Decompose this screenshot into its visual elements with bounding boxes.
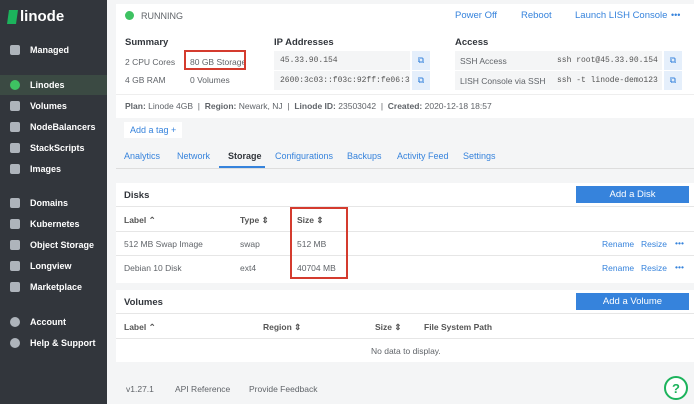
launch-lish-button[interactable]: Launch LISH Console: [575, 10, 667, 21]
tab-backups[interactable]: Backups: [347, 151, 382, 161]
empty-row: No data to display.: [116, 338, 694, 362]
ipv6-field: 2600:3c03::f03c:92ff:fe06:3: [274, 71, 410, 90]
help-icon: [10, 338, 20, 348]
add-tag-button[interactable]: Add a tag +: [124, 122, 183, 138]
ip-heading: IP Addresses: [274, 37, 334, 48]
ssh-access-field: SSH Access ssh root@45.33.90.154: [455, 51, 662, 70]
col-size[interactable]: Size ⇕: [375, 322, 402, 333]
add-volume-button[interactable]: Add a Volume: [576, 293, 689, 310]
copy-icon[interactable]: ⧉: [412, 51, 430, 70]
account-icon: [10, 317, 20, 327]
sidebar-item-domains[interactable]: Domains: [0, 193, 107, 213]
sidebar-item-nodebalancers[interactable]: NodeBalancers: [0, 117, 107, 137]
resize-button[interactable]: Resize: [641, 263, 667, 273]
feedback-link[interactable]: Provide Feedback: [249, 384, 318, 394]
sidebar-item-linodes[interactable]: Linodes: [0, 75, 107, 95]
col-fs-path: File System Path: [424, 322, 493, 332]
disks-header-row: Label ⌃ Type ⇕ Size ⇕: [116, 206, 694, 231]
version: v1.27.1: [126, 384, 154, 394]
status-label: RUNNING: [141, 11, 183, 21]
more-actions-icon[interactable]: •••: [675, 238, 684, 248]
highlight-box: [290, 207, 348, 279]
cpu-cores: 2 CPU Cores: [125, 57, 176, 67]
sidebar-item-marketplace[interactable]: Marketplace: [0, 277, 107, 297]
sidebar-item-images[interactable]: Images: [0, 159, 107, 179]
volumes-count: 0 Volumes: [190, 75, 230, 85]
linode-summary-card: RUNNING Power Off Reboot Launch LISH Con…: [116, 4, 694, 118]
linode-hex-icon: [10, 80, 20, 90]
table-row: Debian 10 Disk ext4 40704 MB Rename Resi…: [116, 255, 694, 279]
volumes-header-row: Label ⌃ Region ⇕ Size ⇕ File System Path: [116, 313, 694, 338]
images-icon: [10, 164, 20, 174]
reboot-button[interactable]: Reboot: [521, 10, 552, 21]
sidebar-item-account[interactable]: Account: [0, 312, 107, 332]
lock-icon: [10, 282, 20, 292]
copy-icon[interactable]: ⧉: [664, 71, 682, 90]
access-heading: Access: [455, 37, 489, 48]
ipv4-field: 45.33.90.154: [274, 51, 410, 70]
col-type[interactable]: Type ⇕: [240, 215, 269, 226]
api-reference-link[interactable]: API Reference: [175, 384, 230, 394]
pulse-icon: [10, 261, 20, 271]
globe-icon: [10, 198, 20, 208]
nodebalancer-icon: [10, 122, 20, 132]
rename-button[interactable]: Rename: [602, 239, 634, 249]
sidebar-item-volumes[interactable]: Volumes: [0, 96, 107, 116]
lish-ssh-field: LISH Console via SSH ssh -t linode-demo12…: [455, 71, 662, 90]
volumes-icon: [10, 101, 20, 111]
sidebar-item-longview[interactable]: Longview: [0, 256, 107, 276]
tabs-divider: [116, 168, 694, 169]
tab-settings[interactable]: Settings: [463, 151, 496, 161]
copy-icon[interactable]: ⧉: [412, 71, 430, 90]
tab-analytics[interactable]: Analytics: [124, 151, 160, 161]
col-region[interactable]: Region ⇕: [263, 322, 301, 333]
tab-activity-feed[interactable]: Activity Feed: [397, 151, 449, 161]
managed-icon: [10, 45, 20, 55]
linode-logo[interactable]: linode: [7, 8, 64, 25]
col-label[interactable]: Label ⌃: [124, 215, 156, 226]
tab-storage[interactable]: Storage: [228, 151, 262, 161]
sidebar-item-help[interactable]: Help & Support: [0, 333, 107, 353]
sidebar: linode Managed Linodes Volumes NodeBalan…: [0, 0, 107, 404]
rename-button[interactable]: Rename: [602, 263, 634, 273]
linode-logo-icon: [7, 9, 18, 24]
disks-heading: Disks: [124, 190, 150, 201]
help-fab-icon[interactable]: ?: [664, 376, 688, 400]
power-off-button[interactable]: Power Off: [455, 10, 497, 21]
summary-heading: Summary: [125, 37, 169, 48]
table-row: 512 MB Swap Image swap 512 MB Rename Res…: [116, 231, 694, 255]
tab-network[interactable]: Network: [177, 151, 210, 161]
sidebar-item-managed[interactable]: Managed: [0, 40, 107, 60]
sidebar-item-stackscripts[interactable]: StackScripts: [0, 138, 107, 158]
stackscript-icon: [10, 143, 20, 153]
status-dot-icon: [125, 11, 134, 20]
copy-icon[interactable]: ⧉: [664, 51, 682, 70]
kubernetes-icon: [10, 219, 20, 229]
sidebar-item-object-storage[interactable]: Object Storage: [0, 235, 107, 255]
sidebar-item-kubernetes[interactable]: Kubernetes: [0, 214, 107, 234]
bucket-icon: [10, 240, 20, 250]
highlight-box: [184, 50, 246, 70]
more-actions-icon[interactable]: •••: [671, 10, 680, 20]
more-actions-icon[interactable]: •••: [675, 262, 684, 272]
tab-configurations[interactable]: Configurations: [275, 151, 333, 161]
add-disk-button[interactable]: Add a Disk: [576, 186, 689, 203]
linode-meta: Plan: Linode 4GB | Region: Newark, NJ | …: [116, 94, 694, 117]
col-label[interactable]: Label ⌃: [124, 322, 156, 333]
ram: 4 GB RAM: [125, 75, 166, 85]
volumes-heading: Volumes: [124, 297, 163, 308]
resize-button[interactable]: Resize: [641, 239, 667, 249]
